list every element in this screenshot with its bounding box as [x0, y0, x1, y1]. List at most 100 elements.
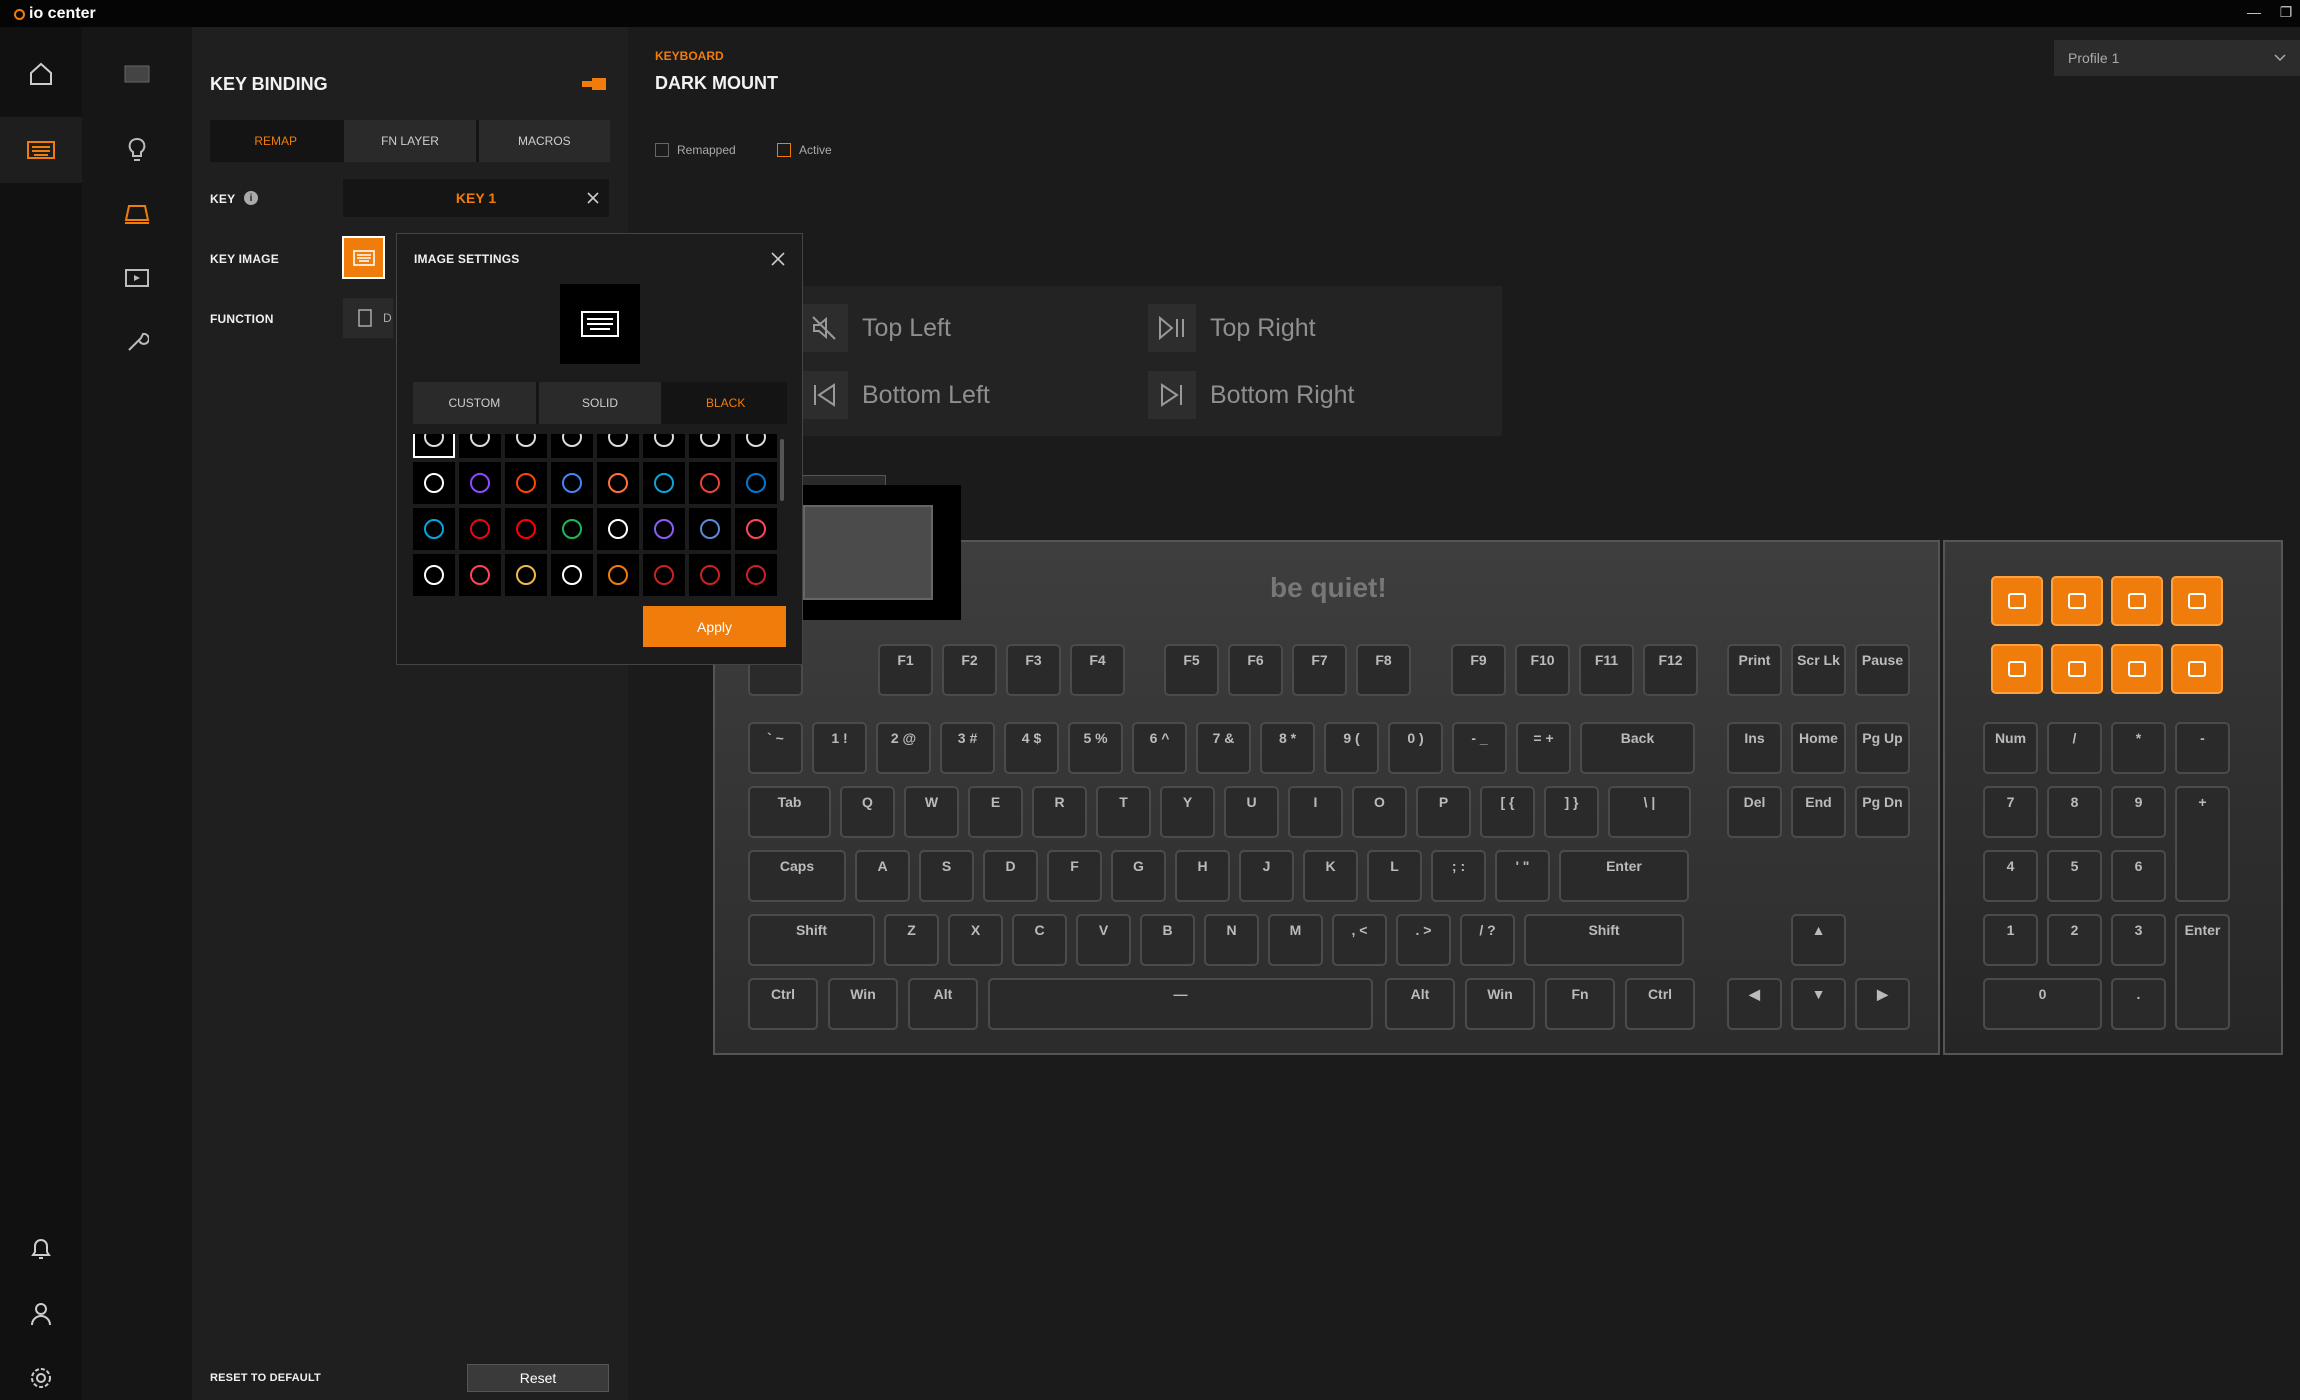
- key-a-row[interactable]: K: [1303, 850, 1358, 902]
- key-q-row[interactable]: [ {: [1480, 786, 1535, 838]
- restore-button[interactable]: ❐: [2276, 4, 2296, 22]
- key-z-row[interactable]: N: [1204, 914, 1259, 966]
- macro-key-moon[interactable]: [2171, 644, 2223, 694]
- key-bottom-row[interactable]: Ctrl: [748, 978, 818, 1030]
- key-num-row[interactable]: 7 &: [1196, 722, 1251, 774]
- info-icon[interactable]: i: [244, 191, 258, 205]
- key-z-row[interactable]: / ?: [1460, 914, 1515, 966]
- key-z-row[interactable]: Shift: [748, 914, 875, 966]
- macro-key-folder[interactable]: [2111, 576, 2163, 626]
- mail-icon[interactable]: [551, 434, 593, 458]
- wrench-icon[interactable]: [118, 323, 156, 361]
- tab-custom[interactable]: CUSTOM: [413, 382, 536, 424]
- key-f10[interactable]: F10: [1515, 644, 1570, 696]
- media-top-right[interactable]: Top Right: [1148, 304, 1316, 352]
- scissors-icon[interactable]: [597, 434, 639, 458]
- numpad-key[interactable]: 0: [1983, 978, 2102, 1030]
- key-num-row[interactable]: 6 ^: [1132, 722, 1187, 774]
- diablo-app-icon[interactable]: [643, 554, 685, 596]
- ii-app-icon[interactable]: [735, 554, 777, 596]
- key-pause[interactable]: Pause: [1855, 644, 1910, 696]
- numpad-key[interactable]: Enter: [2175, 914, 2230, 1030]
- key-f6[interactable]: F6: [1228, 644, 1283, 696]
- numpad-key[interactable]: 9: [2111, 786, 2166, 838]
- chrome-app-icon[interactable]: [551, 462, 593, 504]
- key-num-row[interactable]: 0 ): [1388, 722, 1443, 774]
- edge-app-icon[interactable]: [643, 462, 685, 504]
- macro-key-lock[interactable]: [2111, 644, 2163, 694]
- key-z-row[interactable]: Z: [884, 914, 939, 966]
- key-scr-lk[interactable]: Scr Lk: [1791, 644, 1846, 696]
- media-bottom-left[interactable]: Bottom Left: [800, 371, 990, 419]
- key-a-row[interactable]: S: [919, 850, 974, 902]
- key-num-row[interactable]: ` ~: [748, 722, 803, 774]
- prime-video-app-icon[interactable]: [413, 508, 455, 550]
- tab-solid[interactable]: SOLID: [538, 382, 662, 424]
- key-f11[interactable]: F11: [1579, 644, 1634, 696]
- key-num-row[interactable]: - _: [1452, 722, 1507, 774]
- key-a-row[interactable]: ; :: [1431, 850, 1486, 902]
- bell-icon[interactable]: [22, 1230, 60, 1268]
- macro-key-keyboard[interactable]: [1991, 576, 2043, 626]
- x-app-icon[interactable]: [597, 508, 639, 550]
- key-f4[interactable]: F4: [1070, 644, 1125, 696]
- media-top-left[interactable]: Top Left: [800, 304, 951, 352]
- key-a-row[interactable]: H: [1175, 850, 1230, 902]
- key-a-row[interactable]: Enter: [1559, 850, 1689, 902]
- apex-app-icon[interactable]: [735, 508, 777, 550]
- key-q-row[interactable]: Q: [840, 786, 895, 838]
- key-f7[interactable]: F7: [1292, 644, 1347, 696]
- key-q-row[interactable]: T: [1096, 786, 1151, 838]
- key-bottom-row[interactable]: Alt: [1385, 978, 1455, 1030]
- apply-button[interactable]: Apply: [643, 606, 786, 647]
- numpad-key[interactable]: 4: [1983, 850, 2038, 902]
- clear-key-icon[interactable]: [585, 190, 601, 206]
- moon-icon[interactable]: [735, 434, 777, 458]
- key-f1[interactable]: F1: [878, 644, 933, 696]
- key-bottom-row[interactable]: ▼: [1791, 978, 1846, 1030]
- key-a-row[interactable]: ' ": [1495, 850, 1550, 902]
- numpad-key[interactable]: 1: [1983, 914, 2038, 966]
- globe-icon[interactable]: [459, 434, 501, 458]
- key-q-row[interactable]: R: [1032, 786, 1087, 838]
- key-z-row[interactable]: . >: [1396, 914, 1451, 966]
- f-app-icon[interactable]: [643, 508, 685, 550]
- half-life-app-icon[interactable]: [597, 554, 639, 596]
- tab-macros[interactable]: MACROS: [478, 120, 610, 162]
- key-z-row[interactable]: X: [948, 914, 1003, 966]
- key-f12[interactable]: F12: [1643, 644, 1698, 696]
- key-num-row[interactable]: Pg Up: [1855, 722, 1910, 774]
- gmail-app-icon[interactable]: [689, 462, 731, 504]
- key-f9[interactable]: F9: [1451, 644, 1506, 696]
- macro-key-mail[interactable]: [2171, 576, 2223, 626]
- key-q-row[interactable]: O: [1352, 786, 1407, 838]
- key-num-row[interactable]: 9 (: [1324, 722, 1379, 774]
- firefox-app-icon[interactable]: [597, 462, 639, 504]
- numpad-key[interactable]: -: [2175, 722, 2230, 774]
- display-icon[interactable]: [118, 259, 156, 297]
- key-q-row[interactable]: End: [1791, 786, 1846, 838]
- key-bottom-row[interactable]: Fn: [1545, 978, 1615, 1030]
- numpad-key[interactable]: 2: [2047, 914, 2102, 966]
- key-a-row[interactable]: Caps: [748, 850, 846, 902]
- numpad-key[interactable]: +: [2175, 786, 2230, 902]
- key-bottom-row[interactable]: ▶: [1855, 978, 1910, 1030]
- youtube-app-icon[interactable]: [505, 508, 547, 550]
- key-num-row[interactable]: Ins: [1727, 722, 1782, 774]
- key-num-row[interactable]: 3 #: [940, 722, 995, 774]
- key-bottom-row[interactable]: ◀: [1727, 978, 1782, 1030]
- key-q-row[interactable]: P: [1416, 786, 1471, 838]
- key-z-row[interactable]: B: [1140, 914, 1195, 966]
- keyboard-icon[interactable]: [413, 434, 455, 458]
- key-a-row[interactable]: G: [1111, 850, 1166, 902]
- key-bottom-row[interactable]: Ctrl: [1625, 978, 1695, 1030]
- numpad-key[interactable]: /: [2047, 722, 2102, 774]
- key-f8[interactable]: F8: [1356, 644, 1411, 696]
- key-z-row[interactable]: V: [1076, 914, 1131, 966]
- numpad-key[interactable]: *: [2111, 722, 2166, 774]
- key-binding-icon[interactable]: [118, 195, 156, 233]
- minimize-button[interactable]: —: [2244, 4, 2264, 22]
- numpad-key[interactable]: .: [2111, 978, 2166, 1030]
- numpad-key[interactable]: 3: [2111, 914, 2166, 966]
- valorant-app-icon[interactable]: [459, 554, 501, 596]
